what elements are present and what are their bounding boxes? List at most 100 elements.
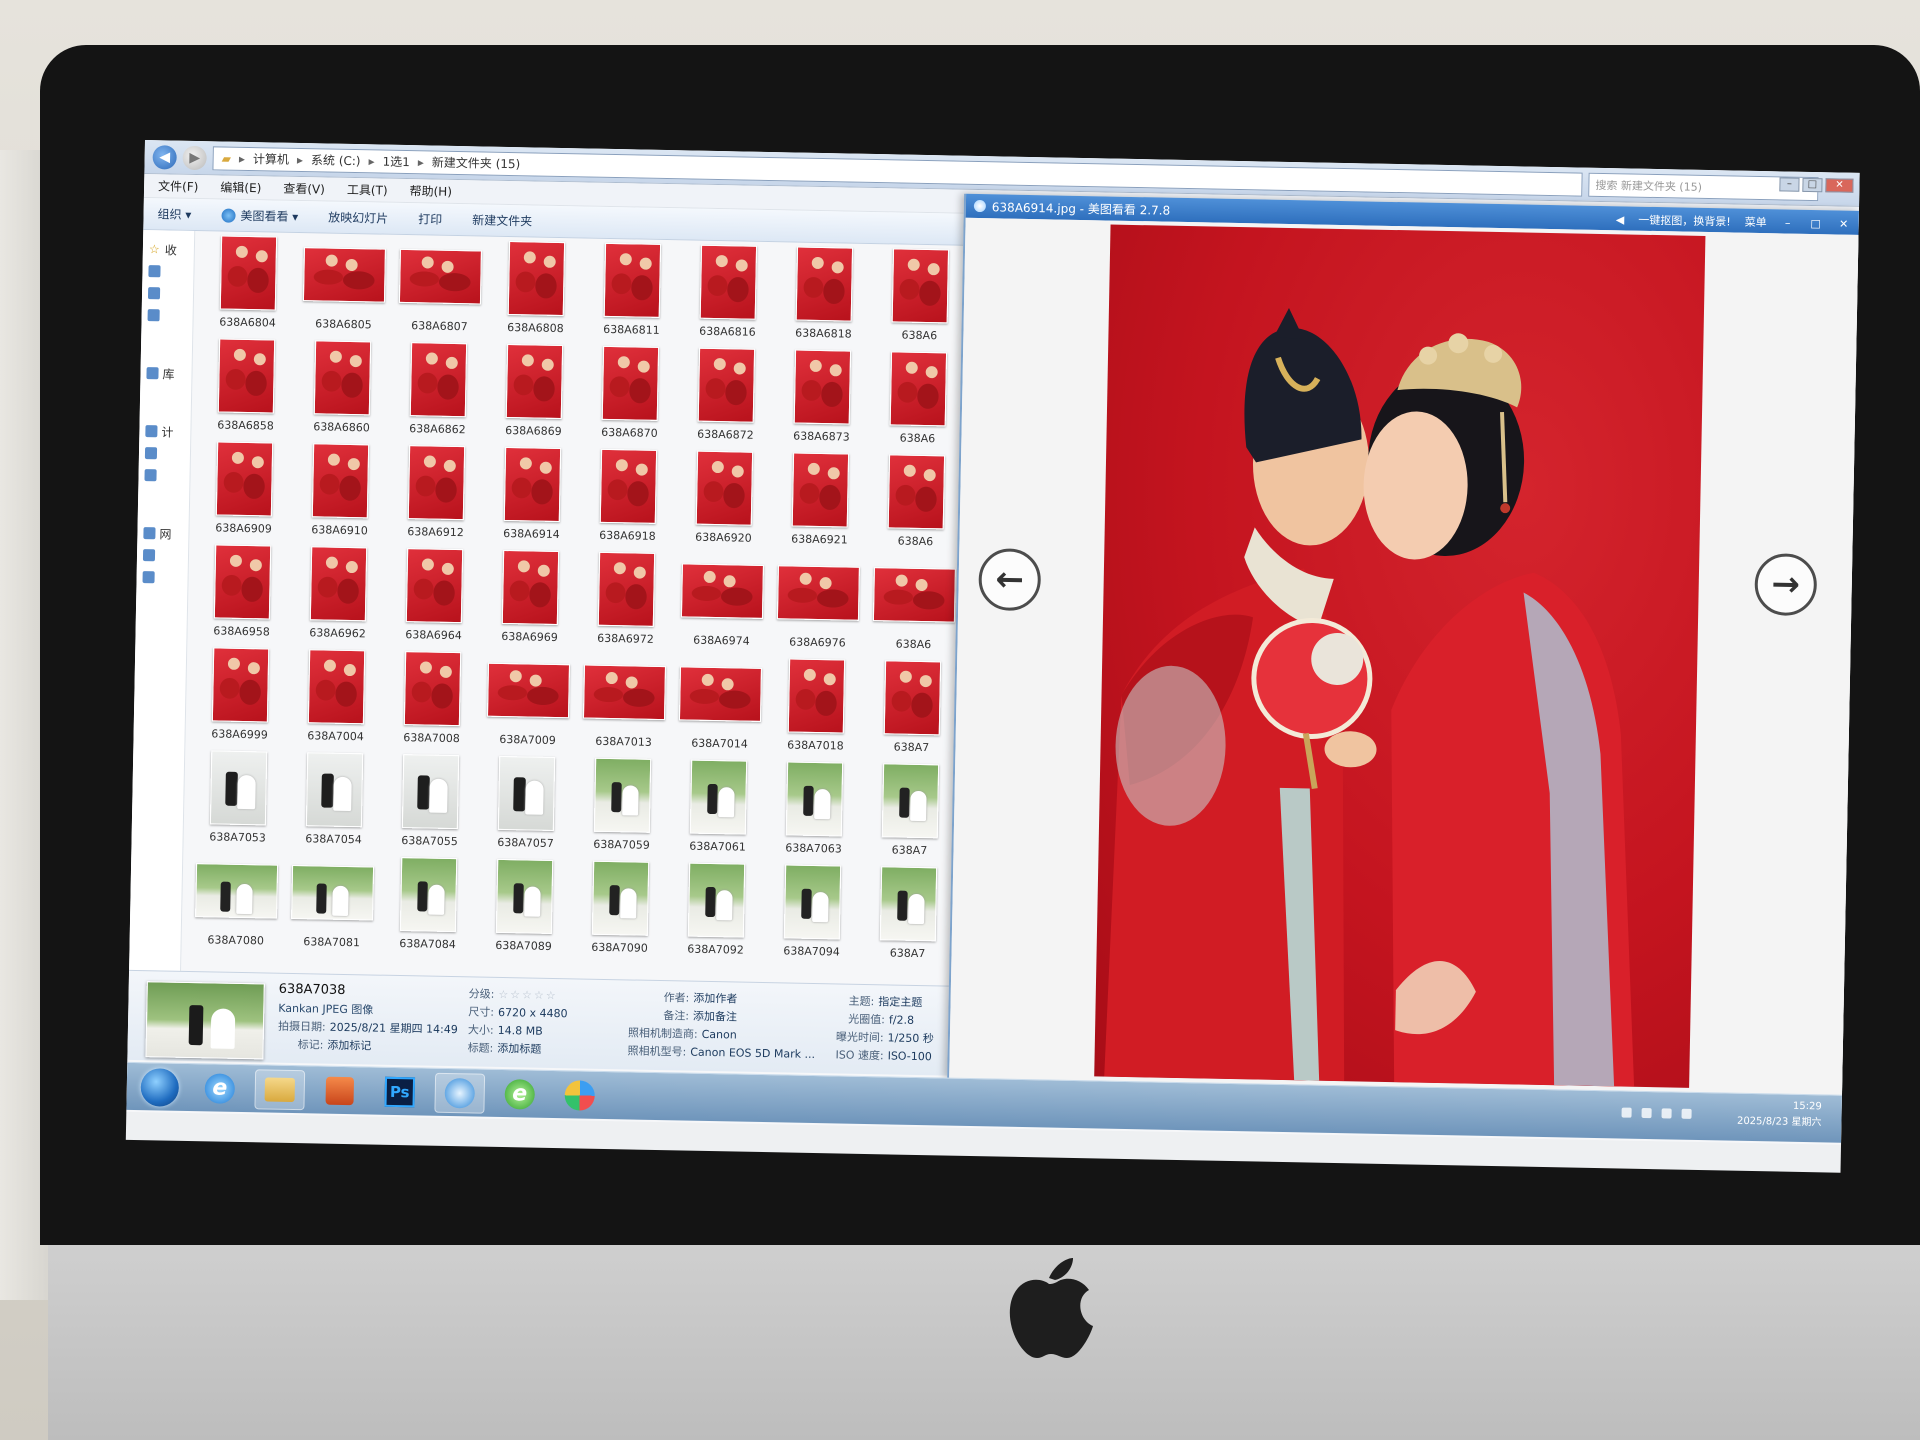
maximize-icon[interactable]: □ xyxy=(1802,177,1823,193)
breadcrumb-drive[interactable]: 系统 (C:) xyxy=(311,151,361,169)
maximize-icon[interactable]: □ xyxy=(1809,216,1823,229)
thumbnail-item[interactable]: 638A7092 xyxy=(667,862,765,967)
start-button[interactable] xyxy=(134,1066,185,1107)
thumbnail-item[interactable]: 638A7084 xyxy=(379,857,477,962)
thumbnail-item[interactable]: 638A6920 xyxy=(675,450,773,555)
thumbnail-item[interactable]: 638A6972 xyxy=(577,551,675,656)
print-button[interactable]: 打印 xyxy=(418,210,442,227)
thumbnail-item[interactable]: 638A6808 xyxy=(487,241,585,346)
slideshow-button[interactable]: 放映幻灯片 xyxy=(328,209,388,227)
thumbnail-item[interactable]: 638A7081 xyxy=(283,855,381,960)
nav-item[interactable] xyxy=(142,260,193,283)
breadcrumb-current[interactable]: 新建文件夹 (15) xyxy=(432,154,521,173)
thumbnail-item[interactable]: 638A6914 xyxy=(483,446,581,552)
thumbnail-item[interactable]: 638A6921 xyxy=(771,452,869,557)
clock[interactable]: 15:29 2025/8/23 星期六 xyxy=(1737,1098,1822,1132)
thumbnail-item[interactable]: 638A6818 xyxy=(775,246,873,351)
flag-icon[interactable] xyxy=(1641,1107,1652,1119)
thumbnail-item[interactable]: 638A6804 xyxy=(199,235,297,340)
thumbnail-item[interactable]: 638A7063 xyxy=(765,761,863,866)
forward-button[interactable]: ▶ xyxy=(182,145,207,170)
thumbnail-item[interactable]: 638A6964 xyxy=(385,548,483,653)
thumbnail-item[interactable]: 638A6 xyxy=(867,454,965,559)
thumbnail-item[interactable]: 638A6860 xyxy=(293,340,391,445)
taskbar-app[interactable] xyxy=(554,1075,605,1116)
thumbnail-item[interactable]: 638A6910 xyxy=(291,443,389,548)
taskbar-kankan[interactable] xyxy=(434,1072,486,1114)
thumbnail-item[interactable]: 638A6 xyxy=(871,248,965,353)
nav-favorites[interactable]: ☆ 收 xyxy=(143,238,194,261)
thumbnail-item[interactable]: 638A7004 xyxy=(287,649,385,754)
thumbnail-item[interactable]: 638A7018 xyxy=(767,658,865,763)
nav-item[interactable] xyxy=(136,566,187,589)
nav-item[interactable] xyxy=(138,464,189,487)
nav-item[interactable] xyxy=(141,304,192,327)
organize-button[interactable]: 组织 ▾ xyxy=(157,205,191,223)
thumbnail-item[interactable]: 638A7090 xyxy=(571,860,669,965)
taskbar-media-player[interactable] xyxy=(314,1070,365,1111)
keyboard-icon[interactable] xyxy=(1621,1107,1632,1118)
thumbnail-item[interactable]: 638A6869 xyxy=(485,343,583,449)
minimize-icon[interactable]: – xyxy=(1779,177,1800,192)
thumbnail-item[interactable]: 638A7059 xyxy=(573,757,671,862)
thumbnail-item[interactable]: 638A6807 xyxy=(391,239,489,344)
back-button[interactable]: ◀ xyxy=(152,144,177,170)
new-folder-button[interactable]: 新建文件夹 xyxy=(472,211,532,229)
thumbnail-item[interactable]: 638A6811 xyxy=(583,242,681,347)
taskbar-photoshop[interactable]: Ps xyxy=(374,1071,425,1112)
thumbnail-item[interactable]: 638A7009 xyxy=(479,653,577,758)
thumbnail-item[interactable]: 638A7 xyxy=(863,660,961,765)
thumbnail-item[interactable]: 638A6805 xyxy=(295,237,393,342)
minimize-icon[interactable]: – xyxy=(1781,216,1795,229)
taskbar-ie[interactable]: e xyxy=(194,1068,245,1109)
rating-stars[interactable]: ☆☆☆☆☆ xyxy=(498,988,558,1002)
network-icon[interactable] xyxy=(1661,1108,1672,1119)
breadcrumb-computer[interactable]: 计算机 xyxy=(253,150,289,168)
speaker-icon[interactable]: ◀ xyxy=(1616,213,1625,226)
thumbnail-item[interactable]: 638A6862 xyxy=(389,342,487,447)
thumbnail-item[interactable]: 638A6969 xyxy=(481,549,579,655)
nav-item[interactable] xyxy=(137,544,188,567)
thumbnail-item[interactable]: 638A7 xyxy=(859,866,957,971)
thumbnail-item[interactable]: 638A7061 xyxy=(669,759,767,864)
thumbnail-item[interactable]: 638A7 xyxy=(861,763,959,868)
volume-icon[interactable] xyxy=(1681,1108,1692,1119)
menu-help[interactable]: 帮助(H) xyxy=(409,182,452,200)
thumbnail-item[interactable]: 638A6873 xyxy=(773,349,871,454)
thumbnail-item[interactable]: 638A7014 xyxy=(671,656,769,761)
taskbar-explorer[interactable] xyxy=(254,1068,306,1110)
viewer-tagline[interactable]: 一键抠图，换背景! xyxy=(1638,212,1731,230)
previous-image-button[interactable]: ← xyxy=(978,548,1042,612)
thumbnail-item[interactable]: 638A6976 xyxy=(769,555,867,660)
thumbnail-item[interactable]: 638A7055 xyxy=(381,754,479,859)
thumbnail-item[interactable]: 638A6962 xyxy=(289,546,387,651)
close-icon[interactable]: ✕ xyxy=(1825,178,1854,193)
thumbnail-item[interactable]: 638A6872 xyxy=(677,347,775,452)
open-with-kankan-button[interactable]: 美图看看 ▾ xyxy=(221,206,298,224)
thumbnail-item[interactable]: 638A6 xyxy=(865,557,963,662)
viewer-menu-button[interactable]: 菜单 xyxy=(1745,214,1767,230)
thumbnail-item[interactable]: 638A7089 xyxy=(475,858,573,964)
thumbnail-item[interactable]: 638A6816 xyxy=(679,244,777,349)
nav-network[interactable]: 网 xyxy=(137,522,188,545)
thumbnail-item[interactable]: 638A7094 xyxy=(763,864,861,969)
menu-edit[interactable]: 编辑(E) xyxy=(220,178,261,196)
nav-computer[interactable]: 计 xyxy=(139,420,190,443)
thumbnail-item[interactable]: 638A7054 xyxy=(285,752,383,857)
nav-item[interactable] xyxy=(142,282,193,305)
breadcrumb-folder[interactable]: 1选1 xyxy=(382,153,410,171)
taskbar-browser[interactable]: e xyxy=(494,1073,545,1114)
thumbnail-item[interactable]: 638A6858 xyxy=(197,338,295,443)
thumbnail-item[interactable]: 638A6870 xyxy=(581,345,679,450)
thumbnail-item[interactable]: 638A6918 xyxy=(579,448,677,553)
thumbnail-item[interactable]: 638A6912 xyxy=(387,445,485,550)
thumbnail-item[interactable]: 638A6 xyxy=(869,351,965,456)
thumbnail-item[interactable]: 638A6974 xyxy=(673,553,771,658)
thumbnail-item[interactable]: 638A6958 xyxy=(193,544,291,649)
menu-tools[interactable]: 工具(T) xyxy=(347,181,388,199)
close-icon[interactable]: ✕ xyxy=(1837,217,1851,230)
thumbnail-item[interactable]: 638A7057 xyxy=(477,755,575,861)
menu-file[interactable]: 文件(F) xyxy=(158,177,199,195)
thumbnail-item[interactable]: 638A7053 xyxy=(189,750,287,855)
thumbnail-item[interactable]: 638A7080 xyxy=(187,853,285,958)
